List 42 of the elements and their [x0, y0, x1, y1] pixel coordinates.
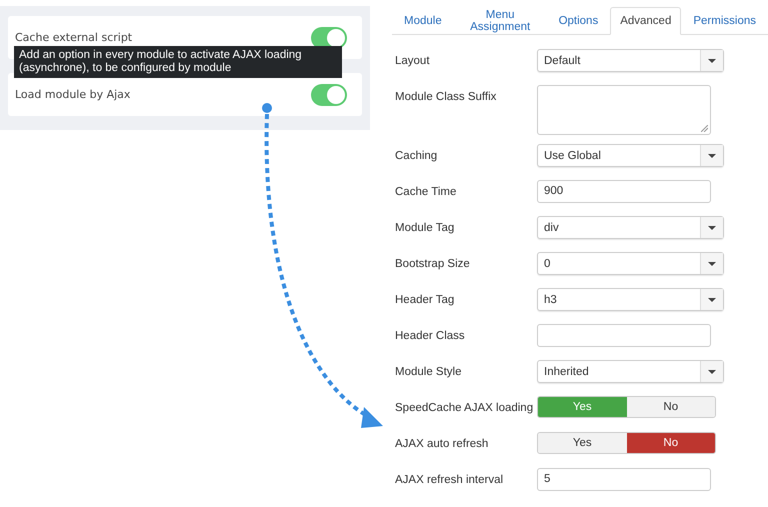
select-field[interactable]: Inherited [537, 360, 724, 383]
toggle-option[interactable]: No [626, 397, 715, 417]
field-label: Bootstrap Size [395, 257, 471, 270]
input-field[interactable] [537, 324, 711, 347]
tab[interactable]: Options [548, 7, 608, 35]
input-field[interactable]: 900 [537, 180, 711, 203]
toggle-switch[interactable] [311, 84, 347, 106]
tooltip: Add an option in every module to activate AJAX loading (asynchrone), to be configured by module [14, 46, 342, 78]
field-label: Module Style [395, 365, 462, 378]
tab[interactable]: Module [394, 7, 452, 35]
caret-icon [708, 226, 716, 230]
resize-grip-icon [701, 125, 708, 132]
select-field[interactable]: 0 [537, 252, 724, 275]
setting-label: Cache external script [15, 31, 132, 44]
input-field[interactable]: 5 [537, 468, 711, 491]
field-label: SpeedCache AJAX loading [395, 401, 534, 414]
field-label: Caching [395, 149, 438, 162]
field-label: Module Tag [395, 221, 456, 234]
field-label: Layout [395, 54, 431, 67]
setting-label: Load module by Ajax [15, 88, 130, 101]
field-label: Header Class [395, 329, 466, 342]
caret-icon [708, 298, 716, 302]
field-label: AJAX refresh interval [395, 473, 504, 486]
toggle-option[interactable]: Yes [538, 433, 626, 453]
tab[interactable]: Advanced [610, 7, 682, 35]
caret-icon [708, 154, 716, 158]
caret-icon [708, 262, 716, 266]
field-label: Module Class Suffix [395, 90, 498, 103]
caret-icon [708, 370, 716, 374]
select-field[interactable]: h3 [537, 288, 724, 311]
select-field[interactable]: div [537, 216, 724, 239]
toggle-switch[interactable] [311, 26, 347, 48]
field-label: Header Tag [395, 293, 456, 306]
caret-icon [708, 58, 716, 62]
field-label: Cache Time [395, 185, 458, 198]
field-label: AJAX auto refresh [395, 437, 490, 450]
select-field[interactable]: Default [537, 49, 724, 72]
select-field[interactable]: Use Global [537, 144, 724, 167]
toggle-option[interactable]: No [626, 433, 715, 453]
tab[interactable]: Menu Assignment [454, 7, 547, 35]
text-area[interactable] [537, 85, 711, 135]
tab[interactable]: Permissions [683, 7, 766, 35]
